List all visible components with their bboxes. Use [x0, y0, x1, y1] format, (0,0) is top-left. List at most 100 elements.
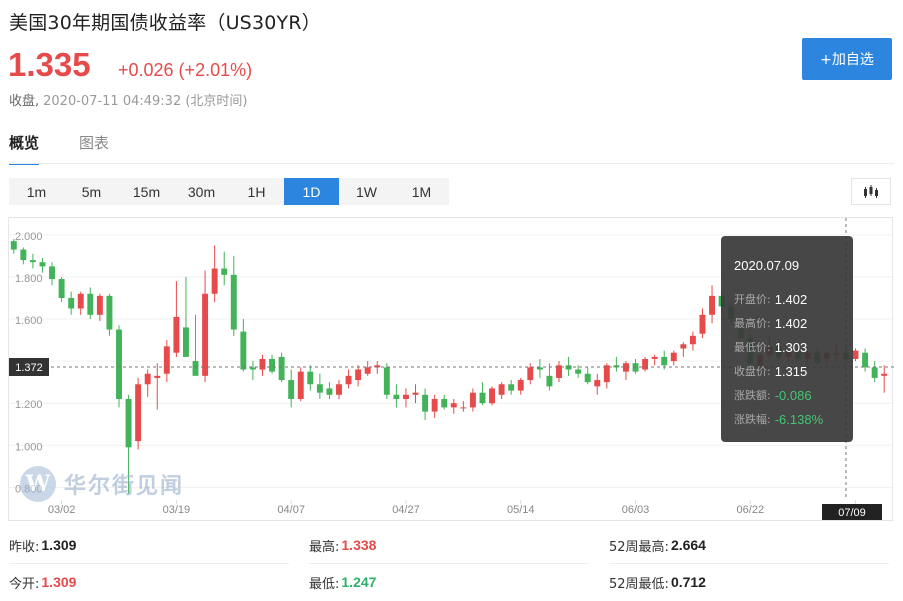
candle-body: [29, 260, 36, 263]
period-1m[interactable]: 1m: [9, 178, 64, 205]
y-tick-label: 1.000: [15, 441, 43, 453]
tab-chart[interactable]: 图表: [79, 132, 109, 165]
candle-body: [661, 356, 668, 366]
candle-body: [431, 398, 438, 412]
status-label: 收盘,: [9, 94, 40, 109]
candle-body: [536, 367, 543, 370]
candle-body: [288, 380, 295, 399]
candle-body: [642, 359, 649, 370]
candle-body: [278, 356, 285, 381]
candle-body: [527, 367, 534, 381]
stat-prev-close: 昨收: 1.309: [9, 537, 77, 555]
tabs-divider: [9, 163, 894, 164]
candle-tooltip: 2020.07.09 开盘价: 1.402 最高价: 1.402 最低价: 1.303…: [721, 236, 853, 442]
candle-body: [125, 398, 132, 448]
tooltip-change: 涨跌额: -0.086: [734, 387, 812, 403]
current-price: 1.335: [8, 46, 91, 83]
candle-body: [584, 373, 591, 383]
x-tick-label: 03/02: [48, 504, 76, 516]
candle-body: [450, 403, 457, 408]
tooltip-date: 2020.07.09: [734, 258, 800, 273]
candle-body: [106, 295, 113, 330]
candle-body: [58, 279, 65, 298]
candle-body: [498, 384, 505, 395]
candle-body: [546, 375, 553, 387]
candle-body: [881, 373, 888, 376]
stat-52w-high: 52周最高: 2.664: [609, 537, 706, 555]
stat-52w-low: 52周最低: 0.712: [609, 574, 706, 592]
candle-body: [345, 375, 352, 385]
candle-body: [68, 297, 75, 309]
wallstreetcn-logo: W: [20, 466, 56, 502]
candle-body: [192, 361, 199, 376]
candle-body: [269, 359, 276, 372]
tooltip-low: 最低价: 1.303: [734, 339, 808, 355]
candle-body: [144, 373, 151, 385]
y-tick-label: 2.000: [15, 231, 43, 243]
period-1mo[interactable]: 1M: [394, 178, 449, 205]
candle-body: [651, 356, 658, 359]
candle-body: [469, 392, 476, 408]
watermark-text: 华尔街见闻: [64, 473, 185, 499]
candle-body: [96, 295, 103, 315]
candle-body: [460, 407, 467, 409]
watermark: W 华尔街见闻: [20, 466, 184, 502]
x-tick-label: 04/27: [392, 504, 420, 516]
candle-body: [871, 367, 878, 378]
candle-body: [182, 327, 189, 357]
candlestick-icon: [864, 184, 878, 198]
candle-body: [173, 316, 180, 353]
period-selector: 1m 5m 15m 30m 1H 1D 1W 1M: [9, 178, 449, 205]
y-tick-label: 1.600: [15, 315, 43, 327]
x-tick-label: 05/14: [507, 504, 535, 516]
candle-body: [441, 398, 448, 408]
x-tick-label: 06/03: [622, 504, 650, 516]
period-15m[interactable]: 15m: [119, 178, 174, 205]
x-tick-label: 04/07: [277, 504, 305, 516]
candle-body: [326, 388, 333, 395]
tooltip-change-pct: 涨跌幅: -6.138%: [734, 411, 824, 427]
candle-body: [336, 384, 342, 395]
view-tabs: 概览 图表: [9, 132, 109, 165]
candle-body: [240, 331, 247, 370]
candle-body: [402, 394, 409, 399]
candle-body: [364, 367, 371, 374]
candle-body: [852, 350, 859, 359]
candle-body: [135, 384, 142, 442]
x-tick-label: 06/22: [737, 504, 765, 516]
stat-high: 最高: 1.338: [309, 537, 377, 555]
candle-body: [479, 392, 486, 404]
candle-body: [87, 293, 94, 315]
candle-body: [221, 268, 228, 275]
add-watchlist-button[interactable]: +加自选: [802, 38, 892, 80]
crosshair-y-label: 1.372: [15, 362, 43, 374]
candle-body: [594, 380, 601, 387]
tab-overview[interactable]: 概览: [9, 132, 40, 165]
candle-body: [670, 352, 677, 362]
candle-body: [249, 367, 256, 370]
x-tick-label: 03/19: [163, 504, 191, 516]
candle-body: [154, 375, 161, 378]
candle-body: [259, 359, 266, 370]
chart-type-button[interactable]: [851, 178, 891, 205]
candle-body: [211, 268, 218, 294]
period-1w[interactable]: 1W: [339, 178, 394, 205]
period-1h[interactable]: 1H: [229, 178, 284, 205]
tooltip-high: 最高价: 1.402: [734, 315, 808, 331]
y-tick-label: 1.800: [15, 273, 43, 285]
period-5m[interactable]: 5m: [64, 178, 119, 205]
period-30m[interactable]: 30m: [174, 178, 229, 205]
candle-body: [383, 367, 390, 395]
candle-body: [202, 293, 209, 376]
y-tick-label: 1.200: [15, 399, 43, 411]
candle-body: [680, 344, 687, 349]
candle-body: [307, 371, 314, 385]
status-line: 收盘, 2020-07-11 04:49:32 (北京时间): [9, 90, 248, 109]
price-change: +0.026 (+2.01%): [118, 60, 253, 80]
candle-body: [49, 266, 56, 280]
period-1d[interactable]: 1D: [284, 178, 339, 205]
candle-body: [422, 394, 429, 412]
stat-open: 今开: 1.309: [9, 574, 77, 592]
candle-body: [575, 369, 582, 374]
candle-body: [316, 384, 323, 393]
